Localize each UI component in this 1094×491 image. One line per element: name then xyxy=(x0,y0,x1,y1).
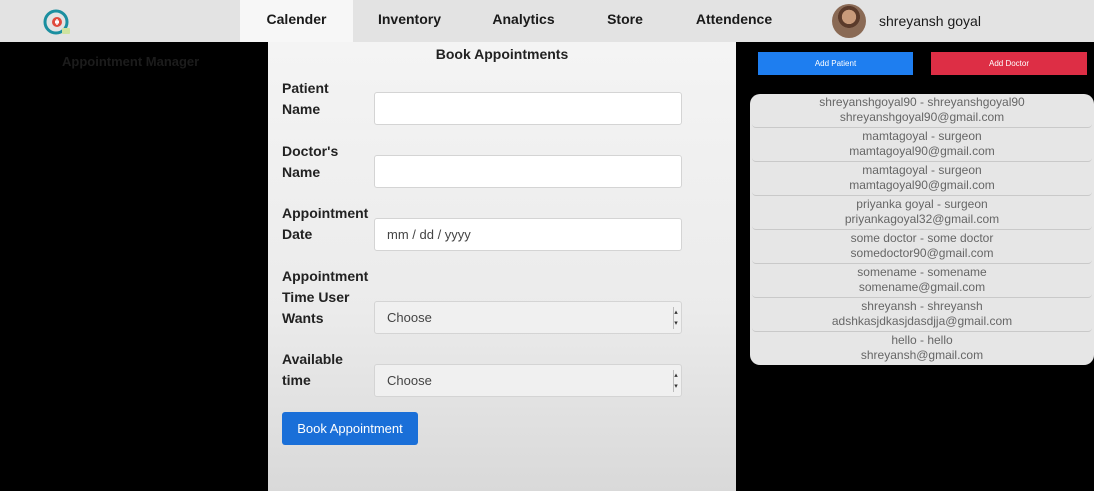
top-navbar: Calender Inventory Analytics Store Atten… xyxy=(0,0,1094,42)
appointment-time-label: Appointment Time User Wants xyxy=(282,268,369,326)
doctor-list: shreyanshgoyal90 - shreyanshgoyal90 shrey… xyxy=(750,94,1094,365)
tab-inventory[interactable]: Inventory xyxy=(353,0,466,42)
left-pane-title: Appointment Manager xyxy=(62,54,200,69)
form-title: Book Appointments xyxy=(435,46,569,62)
select-arrows-icon: ▴ ▾ xyxy=(673,369,678,392)
appointment-date-input[interactable]: mm / dd / yyyy xyxy=(374,218,682,251)
doctor-name-role: shreyansh - shreyansh xyxy=(861,299,983,313)
list-item[interactable]: priyanka goyal - surgeon priyankagoyal32@… xyxy=(752,196,1092,230)
user-profile[interactable]: shreyansh goyal xyxy=(832,4,981,38)
app-logo-icon[interactable] xyxy=(42,8,72,38)
patient-name-input[interactable] xyxy=(374,92,682,125)
list-item[interactable]: shreyanshgoyal90 - shreyanshgoyal90 shrey… xyxy=(752,94,1092,128)
add-doctor-button[interactable]: Add Doctor xyxy=(931,52,1087,75)
select-arrows-icon: ▴ ▾ xyxy=(673,306,678,329)
available-time-value: Choose xyxy=(387,373,432,388)
doctor-email: mamtagoyal90@gmail.com xyxy=(849,144,995,158)
list-item[interactable]: mamtagoyal - surgeon mamtagoyal90@gmail.c… xyxy=(752,128,1092,162)
patient-name-label: Patient Name xyxy=(282,80,329,117)
tab-analytics[interactable]: Analytics xyxy=(466,0,581,42)
doctor-email: mamtagoyal90@gmail.com xyxy=(849,178,995,192)
doctor-name-label: Doctor's Name xyxy=(282,143,339,180)
list-item[interactable]: mamtagoyal - surgeon mamtagoyal90@gmail.c… xyxy=(752,162,1092,196)
doctor-name-role: priyanka goyal - surgeon xyxy=(856,197,988,211)
doctor-name-role: shreyanshgoyal90 - shreyanshgoyal90 xyxy=(819,95,1025,109)
available-time-label: Available time xyxy=(282,351,343,388)
doctor-name-input[interactable] xyxy=(374,155,682,188)
main-nav: Calender Inventory Analytics Store Atten… xyxy=(240,0,799,42)
doctor-name-role: hello - hello xyxy=(891,333,953,347)
tab-store[interactable]: Store xyxy=(581,0,669,42)
doctor-email: shreyanshgoyal90@gmail.com xyxy=(839,110,1005,124)
doctor-name-role: mamtagoyal - surgeon xyxy=(862,163,982,177)
tab-attendence[interactable]: Attendence xyxy=(669,0,799,42)
list-item[interactable]: shreyansh - shreyansh adshkasjdkasjdasdjj… xyxy=(752,298,1092,332)
date-placeholder: mm / dd / yyyy xyxy=(387,227,471,242)
doctor-name-role: mamtagoyal - surgeon xyxy=(862,129,982,143)
doctor-email: somedoctor90@gmail.com xyxy=(850,246,994,260)
appointment-time-select[interactable]: Choose ▴ ▾ xyxy=(374,301,682,334)
avatar[interactable] xyxy=(832,4,866,38)
list-item[interactable]: somename - somename somename@gmail.com xyxy=(752,264,1092,298)
doctor-email: somename@gmail.com xyxy=(858,280,986,294)
doctor-name-role: some doctor - some doctor xyxy=(850,231,994,245)
doctor-name-role: somename - somename xyxy=(857,265,987,279)
appointment-time-value: Choose xyxy=(387,310,432,325)
doctor-email: priyankagoyal32@gmail.com xyxy=(844,212,1000,226)
doctor-email: shreyansh@gmail.com xyxy=(860,348,984,362)
list-item[interactable]: hello - hello shreyansh@gmail.com xyxy=(752,332,1092,365)
book-appointment-button[interactable]: Book Appointment xyxy=(282,412,418,445)
tab-calender[interactable]: Calender xyxy=(240,0,353,42)
user-name: shreyansh goyal xyxy=(879,13,981,29)
doctor-email: adshkasjdkasjdasdjja@gmail.com xyxy=(831,314,1013,328)
available-time-select[interactable]: Choose ▴ ▾ xyxy=(374,364,682,397)
book-appointment-form: Book Appointments Patient Name Doctor's … xyxy=(268,42,736,491)
appointment-date-label: Appointment Date xyxy=(282,205,369,242)
add-patient-button[interactable]: Add Patient xyxy=(758,52,913,75)
list-item[interactable]: some doctor - some doctor somedoctor90@gm… xyxy=(752,230,1092,264)
